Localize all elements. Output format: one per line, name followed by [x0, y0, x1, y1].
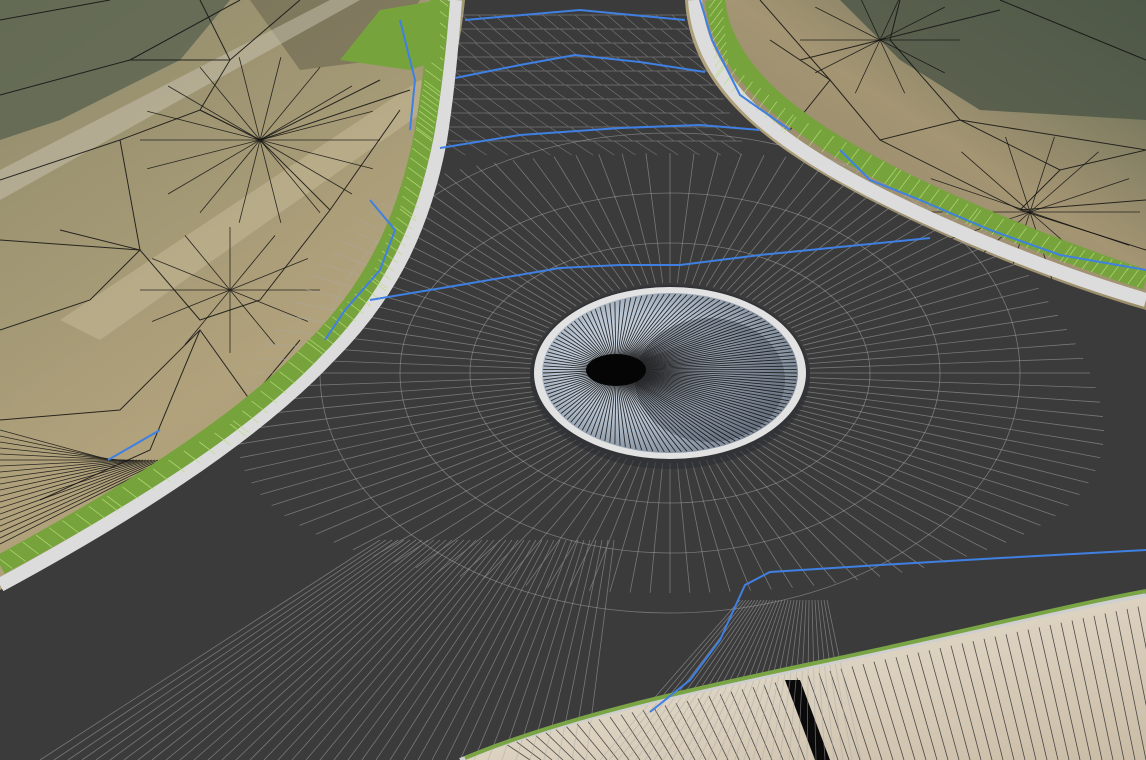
roundabout-mesh-scene[interactable] [0, 0, 1146, 760]
3d-viewport[interactable] [0, 0, 1146, 760]
island-center-vertex [586, 354, 646, 386]
